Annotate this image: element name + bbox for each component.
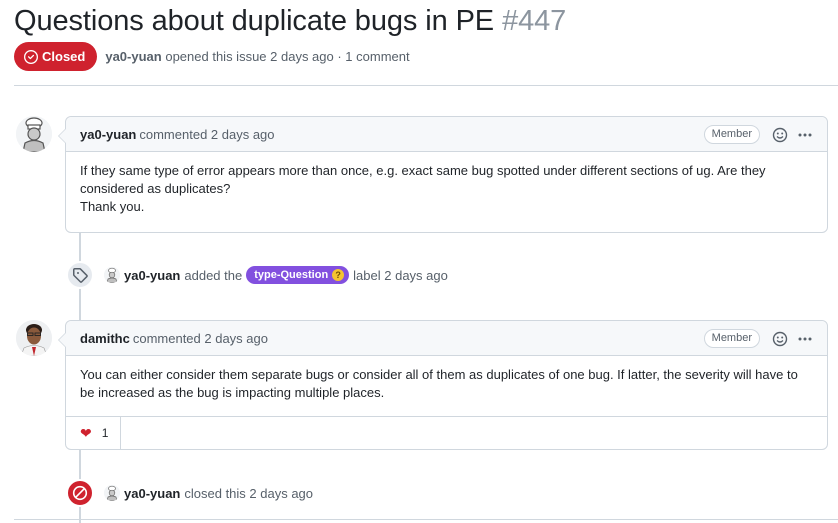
comment-actions: Member [703, 117, 813, 152]
issue-meta: ya0-yuan opened this issue 2 days ago · … [105, 49, 409, 64]
issue-meta-text: opened this issue 2 days ago · 1 comment [165, 49, 410, 64]
avatar-damithc[interactable] [16, 320, 52, 356]
comment-body: If they same type of error appears more … [66, 152, 827, 228]
event-actor[interactable]: ya0-yuan [124, 486, 180, 501]
comment-header: damithc commented 2 days ago Member [66, 321, 827, 356]
closed-event: ya0-yuan closed this 2 days ago [66, 479, 313, 507]
label-type-question[interactable]: type-Question? [246, 266, 350, 284]
issue-author-link[interactable]: ya0-yuan [105, 49, 161, 64]
comment-card: damithc commented 2 days ago Member You … [58, 320, 828, 450]
comment-timestamp[interactable]: commented 2 days ago [133, 331, 268, 346]
thinking-face-icon: ? [332, 269, 345, 281]
event-text-suffix: label 2 days ago [353, 267, 448, 283]
member-badge: Member [703, 125, 760, 144]
issue-title: Questions about duplicate bugs in PE #447 [14, 2, 566, 40]
comment-paragraph: You can either consider them separate bu… [80, 367, 798, 400]
issue-number: #447 [502, 5, 567, 37]
issue-meta-row: Closed ya0-yuan opened this issue 2 days… [14, 42, 410, 71]
kebab-horizontal-icon[interactable] [797, 331, 813, 347]
comment-paragraph: If they same type of error appears more … [80, 163, 766, 196]
issue-title-text: Questions about duplicate bugs in PE [14, 5, 495, 37]
avatar-ya0-yuan[interactable] [16, 116, 52, 152]
label-text: type-Question [254, 269, 329, 281]
event-actor[interactable]: ya0-yuan [124, 268, 180, 283]
skip-icon [66, 479, 94, 507]
tag-icon [66, 261, 94, 289]
smiley-icon[interactable] [772, 331, 788, 347]
comment-author[interactable]: ya0-yuan [80, 127, 136, 142]
heart-count: 1 [101, 426, 109, 440]
comment-body: You can either consider them separate bu… [66, 356, 827, 416]
heart-icon: ❤ [80, 424, 92, 441]
member-badge: Member [703, 329, 760, 348]
reactions-bar: ❤ 1 [66, 416, 827, 450]
header-divider [14, 85, 838, 86]
kebab-horizontal-icon[interactable] [797, 127, 813, 143]
closed-state-badge: Closed [14, 42, 98, 71]
avatar-ya0-yuan-small[interactable] [104, 485, 120, 501]
smiley-icon[interactable] [772, 127, 788, 143]
event-text: closed this 2 days ago [184, 485, 314, 501]
comment-author[interactable]: damithc [80, 331, 130, 346]
event-text-prefix: added the [184, 267, 243, 283]
issue-closed-icon [24, 49, 38, 64]
label-added-event: ya0-yuan added the type-Question? label … [66, 261, 448, 289]
comment-card: ya0-yuan commented 2 days ago Member If … [58, 116, 828, 233]
bottom-divider [14, 519, 838, 520]
heart-reaction-button[interactable]: ❤ 1 [66, 416, 122, 450]
comment-header: ya0-yuan commented 2 days ago Member [66, 117, 827, 152]
avatar-ya0-yuan-small[interactable] [104, 267, 120, 283]
state-label: Closed [42, 49, 86, 64]
comment-timestamp[interactable]: commented 2 days ago [139, 127, 274, 142]
comment-actions: Member [703, 321, 813, 356]
comment-paragraph: Thank you. [80, 199, 145, 214]
